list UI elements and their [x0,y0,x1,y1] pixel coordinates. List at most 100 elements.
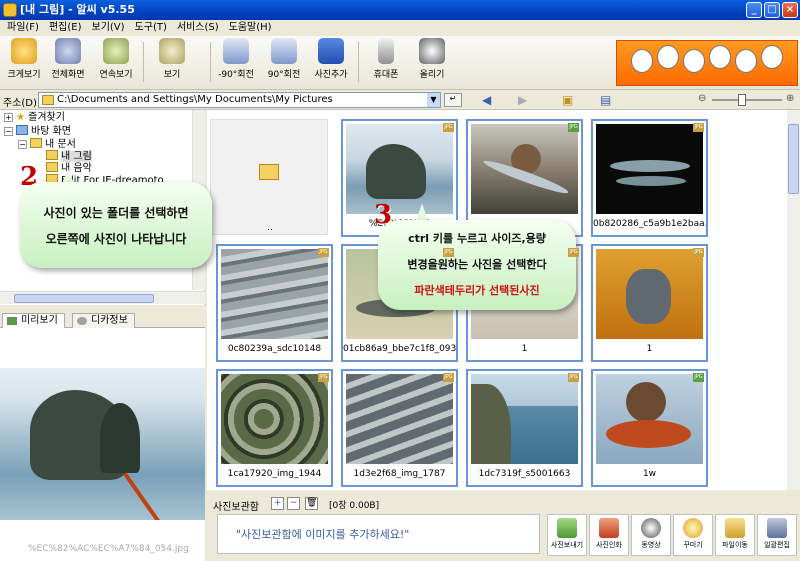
add-icon[interactable]: + [271,497,284,510]
thumb-image [596,374,703,464]
menu-service[interactable]: 서비스(S) [172,20,224,36]
rotate-left-button[interactable]: -90°회전 [214,38,258,80]
send-photo-icon [557,518,577,538]
dropdown-arrow-icon[interactable]: ▼ [427,93,440,107]
jpg-badge-icon: JPG [318,248,329,257]
folder-icon [30,138,42,148]
title-bar: [내 그림] - 알씨 v5.55 _ □ × [0,0,800,20]
print-photo-button[interactable]: 사진인화 [589,514,629,556]
zoom-view-button[interactable]: 크게보기 [2,38,46,80]
jpg-badge-icon: JPG [568,123,579,132]
mascot-icon [761,45,783,69]
send-photo-button[interactable]: 사진보내기 [547,514,587,556]
thumb-image [471,374,578,464]
window-title: [내 그림] - 알씨 v5.55 [20,3,135,16]
decorate-button[interactable]: 꾸미기 [673,514,713,556]
collapse-icon[interactable]: − [18,140,27,149]
thumbnail[interactable]: JPG 0b820286_c5a9b1e2baa... [591,119,708,237]
tree-item-favorites[interactable]: + ★ 즐겨찾기 [4,112,65,124]
bubble-text: 변경을원하는 사진을 선택한다 [407,258,547,271]
slideshow-button[interactable]: 연속보기 [94,38,138,80]
folder-move-icon [725,518,745,538]
app-icon [3,3,17,17]
scroll-thumb[interactable] [14,294,154,303]
tree-horizontal-scrollbar[interactable] [0,291,205,304]
preview-filename: %EC%82%AC%EC%A7%84_054.jpg [28,544,189,554]
remove-icon[interactable]: − [287,497,300,510]
scroll-thumb[interactable] [788,124,799,194]
menu-help[interactable]: 도움말(H) [224,20,277,36]
zoom-slider[interactable] [712,99,782,101]
menu-view[interactable]: 보기(V) [87,20,130,36]
parent-folder-thumb[interactable]: .. [210,119,328,235]
menu-file[interactable]: 파일(F) [2,20,44,36]
trash-icon[interactable]: 🗑 [305,497,318,510]
fullscreen-button[interactable]: 전체화면 [46,38,90,80]
folder-icon [42,95,54,105]
info-icon [77,317,87,325]
thumbnail[interactable]: JPG 1dc7319f_s5001663 [466,369,583,487]
fullscreen-icon [55,38,81,64]
video-button[interactable]: 동영상 [631,514,671,556]
minimize-button[interactable]: _ [746,2,762,18]
mascot-icon [683,49,705,73]
thumb-image [221,249,328,339]
ad-banner[interactable] [616,40,798,86]
phone-button[interactable]: 휴대폰 [364,38,408,80]
rock-shape [100,403,140,473]
mascot-icon [709,45,731,69]
upload-button[interactable]: 올리기 [410,38,454,80]
back-arrow-icon[interactable]: ◀ [482,93,491,107]
jpg-badge-icon: JPG [568,373,579,382]
address-input[interactable]: C:\Documents and Settings\My Documents\M… [38,92,441,108]
tab-preview[interactable]: 미리보기 [2,313,65,328]
address-path: C:\Documents and Settings\My Documents\M… [57,94,333,105]
close-button[interactable]: × [782,2,798,18]
view-mode-icon[interactable]: ▤ [600,93,611,107]
view-icon [159,38,185,64]
go-button[interactable]: ↵ [444,93,462,107]
toolbar-separator [210,42,211,82]
thumb-image [346,374,453,464]
thumbnail[interactable]: JPG 1w [591,369,708,487]
zoom-in-icon[interactable]: ⊕ [786,93,794,104]
photo-storage-dropzone[interactable]: "사진보관함에 이미지를 추가하세요!" [217,514,540,554]
jpg-badge-icon: JPG [568,248,579,257]
menu-tools[interactable]: 도구(T) [130,20,172,36]
view-button[interactable]: 보기 [150,38,194,80]
jpg-badge-icon: JPG [693,123,704,132]
expand-icon[interactable]: + [4,113,13,122]
thumbnail[interactable]: JPG 1d3e2f68_img_1787 [341,369,458,487]
forward-arrow-icon[interactable]: ▶ [518,93,527,107]
batch-edit-button[interactable]: 일괄편집 [757,514,797,556]
preview-icon [7,317,17,325]
maximize-button[interactable]: □ [764,2,780,18]
jpg-badge-icon: JPG [318,373,329,382]
address-bar: 주소(D) C:\Documents and Settings\My Docum… [0,90,800,110]
zoom-slider-knob[interactable] [738,94,746,106]
folder-up-icon[interactable]: ▣ [562,93,573,107]
star-icon: ★ [16,112,25,123]
desktop-icon [16,125,28,135]
collapse-icon[interactable]: − [4,127,13,136]
mascot-icon [683,518,703,538]
slideshow-icon [103,38,129,64]
tab-camera-info[interactable]: 디카정보 [72,313,135,328]
menu-edit[interactable]: 편집(E) [44,20,87,36]
rotate-left-icon [223,38,249,64]
thumbnail[interactable]: JPG 1ca17920_img_1944 [216,369,333,487]
tree-item-desktop[interactable]: − 바탕 화면 [4,125,71,138]
preview-image [0,368,205,520]
bubble-highlight-text: 파란색테두리가 선택된사진 [414,284,540,297]
bubble-pointer [416,203,428,221]
folder-icon [46,162,58,172]
storage-count: [0장 0.00B] [329,501,380,511]
annotation-bubble-select: ctrl 키를 누르고 사이즈,용량 변경을원하는 사진을 선택한다 파란색테두… [378,220,576,310]
add-photo-button[interactable]: 사진추가 [309,38,353,80]
rotate-right-button[interactable]: 90°회전 [262,38,306,80]
move-file-button[interactable]: 파일이동 [715,514,755,556]
thumbnail[interactable]: JPG 1 [591,244,708,362]
thumb-image [596,249,703,339]
thumbnail[interactable]: JPG 0c80239a_sdc10148 [216,244,333,362]
zoom-out-icon[interactable]: ⊖ [698,93,706,104]
